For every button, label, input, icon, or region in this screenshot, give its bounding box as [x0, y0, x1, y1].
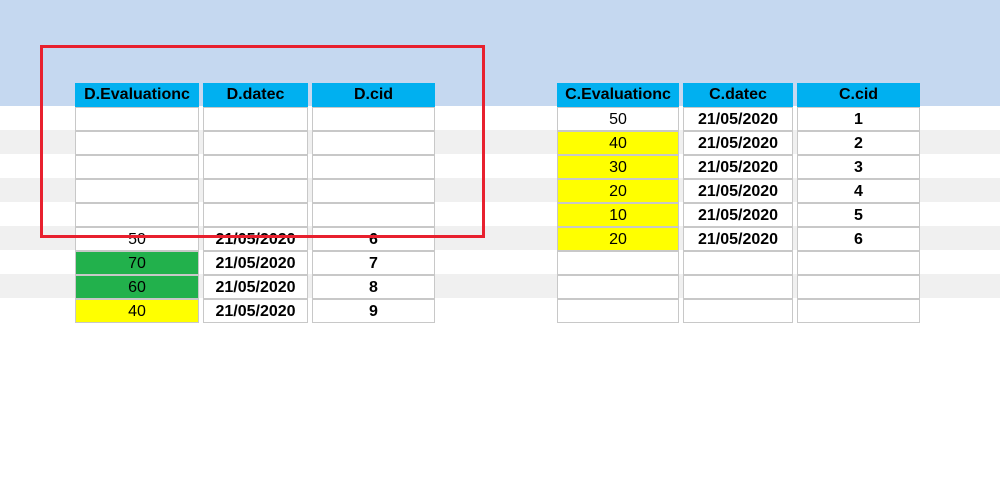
table-cell[interactable]: 21/05/2020 [203, 299, 308, 323]
header-c-datec[interactable]: C.datec [683, 83, 793, 107]
table-row: 40 21/05/2020 9 [75, 299, 439, 323]
table-cell[interactable] [75, 203, 199, 227]
header-d-datec[interactable]: D.datec [203, 83, 308, 107]
table-cell[interactable]: 30 [557, 155, 679, 179]
table-row [75, 179, 439, 203]
table-cell[interactable] [797, 275, 920, 299]
table-cell[interactable] [797, 251, 920, 275]
table-cell[interactable]: 40 [557, 131, 679, 155]
header-c-cid[interactable]: C.cid [797, 83, 920, 107]
table-row: 30 21/05/2020 3 [557, 155, 924, 179]
table-cell[interactable] [203, 155, 308, 179]
table-row: 40 21/05/2020 2 [557, 131, 924, 155]
table-cell[interactable]: 2 [797, 131, 920, 155]
header-d-evaluationc[interactable]: D.Evaluationc [75, 83, 199, 107]
table-cell[interactable]: 21/05/2020 [683, 203, 793, 227]
table-cell[interactable]: 20 [557, 179, 679, 203]
table-row [557, 275, 924, 299]
table-row: 60 21/05/2020 8 [75, 275, 439, 299]
table-cell[interactable]: 21/05/2020 [683, 155, 793, 179]
table-cell[interactable]: 21/05/2020 [203, 227, 308, 251]
table-row [557, 299, 924, 323]
table-cell[interactable]: 20 [557, 227, 679, 251]
table-cell[interactable]: 21/05/2020 [683, 107, 793, 131]
table-cell[interactable] [312, 203, 435, 227]
table-row [75, 107, 439, 131]
header-c-evaluationc[interactable]: C.Evaluationc [557, 83, 679, 107]
table-cell[interactable]: 5 [797, 203, 920, 227]
table-cell[interactable] [203, 179, 308, 203]
table-cell[interactable]: 21/05/2020 [203, 251, 308, 275]
table-cell[interactable] [797, 299, 920, 323]
table-cell[interactable]: 50 [75, 227, 199, 251]
table-cell[interactable] [203, 131, 308, 155]
table-cell[interactable]: 21/05/2020 [683, 179, 793, 203]
table-cell[interactable]: 40 [75, 299, 199, 323]
table-cell[interactable] [683, 275, 793, 299]
table-cell[interactable]: 1 [797, 107, 920, 131]
table-cell[interactable] [557, 299, 679, 323]
table-row: 10 21/05/2020 5 [557, 203, 924, 227]
table-cell[interactable]: 7 [312, 251, 435, 275]
table-cell[interactable] [683, 251, 793, 275]
table-cell[interactable] [203, 107, 308, 131]
table-row: 50 21/05/2020 1 [557, 107, 924, 131]
table-cell[interactable]: 60 [75, 275, 199, 299]
table-cell[interactable] [557, 251, 679, 275]
table-header-row: C.Evaluationc C.datec C.cid [557, 83, 924, 107]
table-cell[interactable] [557, 275, 679, 299]
table-cell[interactable]: 10 [557, 203, 679, 227]
table-cell[interactable]: 50 [557, 107, 679, 131]
table-cell[interactable] [75, 155, 199, 179]
table-row [75, 155, 439, 179]
table-row: 20 21/05/2020 4 [557, 179, 924, 203]
table-cell[interactable] [312, 131, 435, 155]
table-cell[interactable] [312, 179, 435, 203]
table-cell[interactable] [312, 155, 435, 179]
table-cell[interactable] [75, 131, 199, 155]
table-row: 20 21/05/2020 6 [557, 227, 924, 251]
table-row [75, 203, 439, 227]
table-cell[interactable]: 3 [797, 155, 920, 179]
table-cell[interactable]: 6 [312, 227, 435, 251]
header-d-cid[interactable]: D.cid [312, 83, 435, 107]
table-row [557, 251, 924, 275]
table-row: 70 21/05/2020 7 [75, 251, 439, 275]
table-cell[interactable]: 8 [312, 275, 435, 299]
table-cell[interactable]: 6 [797, 227, 920, 251]
table-cell[interactable] [75, 107, 199, 131]
table-cell[interactable]: 70 [75, 251, 199, 275]
table-cell[interactable]: 21/05/2020 [203, 275, 308, 299]
table-cell[interactable] [683, 299, 793, 323]
table-cell[interactable]: 21/05/2020 [683, 227, 793, 251]
table-c: C.Evaluationc C.datec C.cid 50 21/05/2020… [557, 83, 924, 323]
table-cell[interactable]: 21/05/2020 [683, 131, 793, 155]
table-row: 50 21/05/2020 6 [75, 227, 439, 251]
table-cell[interactable] [203, 203, 308, 227]
table-cell[interactable]: 9 [312, 299, 435, 323]
table-cell[interactable] [312, 107, 435, 131]
table-cell[interactable] [75, 179, 199, 203]
table-cell[interactable]: 4 [797, 179, 920, 203]
table-header-row: D.Evaluationc D.datec D.cid [75, 83, 439, 107]
table-d: D.Evaluationc D.datec D.cid 50 21/05/2020… [75, 83, 439, 323]
table-row [75, 131, 439, 155]
